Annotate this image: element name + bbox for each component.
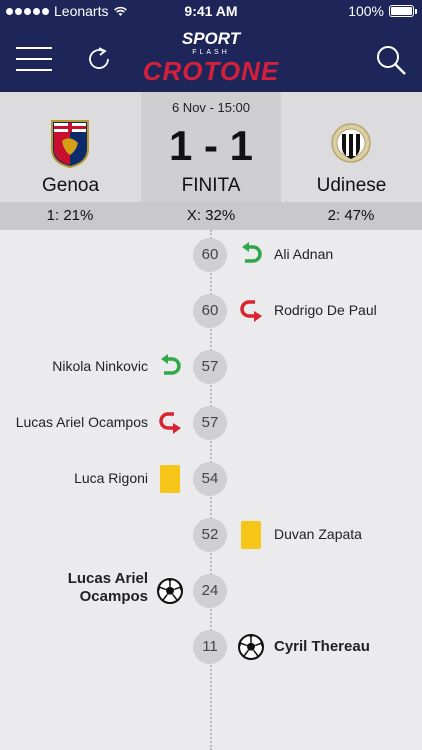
event-player: Rodrigo De Paul [274,302,377,318]
event-row: Nikola Ninkovic 57 [0,346,422,386]
event-row: 11 Cyril Thereau [0,626,422,666]
substitution-in-icon [242,242,262,263]
event-minute: 57 [193,350,227,384]
event-row: 60 Rodrigo De Paul [0,290,422,330]
event-row: Luca Rigoni 54 [0,458,422,498]
event-player: Lucas Ariel Ocampos [15,414,148,430]
home-team-name: Genoa [41,175,100,196]
event-row: 52 Duvan Zapata [0,514,422,554]
event-minute: 60 [193,238,227,272]
status-bar: Leonarts 9:41 AM 100% [0,0,422,22]
event-row: Lucas Ariel Ocampos 24 [0,570,422,610]
soccer-ball-icon [238,634,264,660]
status-right: 100% [348,3,417,19]
soccer-ball-icon [157,578,183,604]
away-team-name: Udinese [316,175,387,196]
substitution-out-icon [240,300,262,322]
event-row: Lucas Ariel Ocampos 57 [0,402,422,442]
battery-icon [389,5,417,17]
odds-home: 1: 21% [46,207,94,224]
event-player: Duvan Zapata [274,526,362,542]
event-player: Luca Rigoni [74,470,148,486]
event-row: 60 Ali Adnan [0,234,422,274]
yellow-card-icon [160,465,180,493]
yellow-card-icon [241,521,261,549]
nav-bar: SPORT FLASH CROTONE [0,22,422,92]
match-center: 6 Nov - 15:00 1 - 1 FINITA [141,92,281,202]
match-status: FINITA [181,175,241,196]
event-minute: 60 [193,294,227,328]
battery-percent: 100% [348,3,384,19]
substitution-out-icon [159,412,181,434]
match-header: Genoa 6 Nov - 15:00 1 - 1 FINITA Udinese… [0,92,422,230]
odds-away: 2: 47% [327,207,375,224]
refresh-button[interactable] [84,44,114,74]
event-minute: 24 [193,574,227,608]
event-minute: 54 [193,462,227,496]
event-player: Nikola Ninkovic [52,358,148,374]
away-team[interactable]: Udinese [281,92,422,202]
event-player: Ali Adnan [274,246,334,262]
search-button[interactable] [374,43,408,77]
home-team[interactable]: Genoa [0,92,141,202]
odds-row: 1: 21% X: 32% 2: 47% [0,202,422,230]
logo-crotone: CROTONE [142,56,280,86]
genoa-crest-icon [51,120,89,169]
event-minute: 57 [193,406,227,440]
udinese-crest-icon [331,123,371,163]
event-minute: 52 [193,518,227,552]
match-date: 6 Nov - 15:00 [171,100,251,115]
logo-sport: SPORT [181,29,241,48]
menu-button[interactable] [16,47,52,71]
event-player: Cyril Thereau [274,638,370,655]
event-player: Lucas Ariel Ocampos [67,570,148,605]
app-logo: SPORT FLASH CROTONE [131,30,291,86]
events-timeline[interactable]: 60 Ali Adnan 60 Rodrigo De Paul Nikola N… [0,230,422,750]
event-minute: 11 [193,630,227,664]
match-score: 1 - 1 [168,122,254,169]
odds-draw: X: 32% [186,207,236,224]
substitution-in-icon [161,354,181,375]
